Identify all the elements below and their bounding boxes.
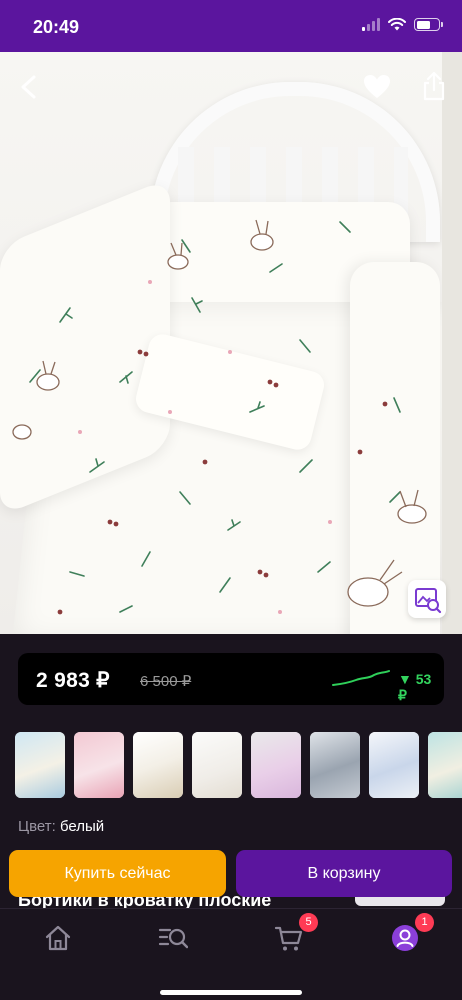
favorite-button[interactable] xyxy=(362,72,392,102)
signal-icon xyxy=(362,18,380,31)
back-button[interactable] xyxy=(14,70,44,104)
color-label: Цвет: xyxy=(18,818,56,835)
next-photo-peek[interactable] xyxy=(442,52,462,634)
buy-now-button[interactable]: Купить сейчас xyxy=(9,850,226,897)
image-search-icon xyxy=(415,588,442,614)
thumbnail[interactable] xyxy=(74,732,124,798)
battery-icon xyxy=(414,18,443,31)
color-selector[interactable]: Цвет: белый xyxy=(18,818,104,835)
catalog-search-icon xyxy=(158,928,189,949)
profile-notification-badge: 1 xyxy=(415,913,434,932)
share-icon xyxy=(423,71,445,101)
wifi-icon xyxy=(388,18,406,31)
tab-profile[interactable]: 1 xyxy=(390,913,434,953)
price-panel: 2 983 ₽ 6 500 ₽ ▼ 53 ₽ xyxy=(18,653,444,705)
thumbnail[interactable] xyxy=(15,732,65,798)
tab-catalog[interactable] xyxy=(158,923,189,953)
thumbnail[interactable] xyxy=(428,732,462,798)
status-bar: 20:49 xyxy=(0,0,462,52)
thumbnail[interactable] xyxy=(251,732,301,798)
home-indicator xyxy=(160,990,302,995)
color-value: белый xyxy=(59,818,105,835)
share-button[interactable] xyxy=(420,70,448,102)
status-icons xyxy=(362,18,443,31)
tab-cart[interactable]: 5 xyxy=(274,913,318,953)
product-photo[interactable] xyxy=(0,52,462,634)
status-time: 20:49 xyxy=(33,17,80,37)
price-trend-sparkline[interactable] xyxy=(332,667,390,689)
price-drop-badge: ▼ 53 ₽ xyxy=(398,671,432,703)
thumbnail[interactable] xyxy=(192,732,242,798)
old-price: 6 500 ₽ xyxy=(140,673,192,690)
thumbnail[interactable] xyxy=(369,732,419,798)
cart-count-badge: 5 xyxy=(299,913,318,932)
add-to-cart-button[interactable]: В корзину xyxy=(236,850,452,897)
photo-thumbnails xyxy=(15,732,462,800)
bottom-tab-bar: 5 1 xyxy=(0,908,462,1000)
heart-icon xyxy=(364,75,390,98)
thumbnail[interactable] xyxy=(310,732,360,798)
home-icon xyxy=(45,925,71,951)
back-icon xyxy=(21,75,36,99)
image-search-button[interactable] xyxy=(408,580,446,618)
thumbnail[interactable] xyxy=(133,732,183,798)
current-price: 2 983 ₽ xyxy=(36,669,110,692)
tab-home[interactable] xyxy=(43,923,73,953)
